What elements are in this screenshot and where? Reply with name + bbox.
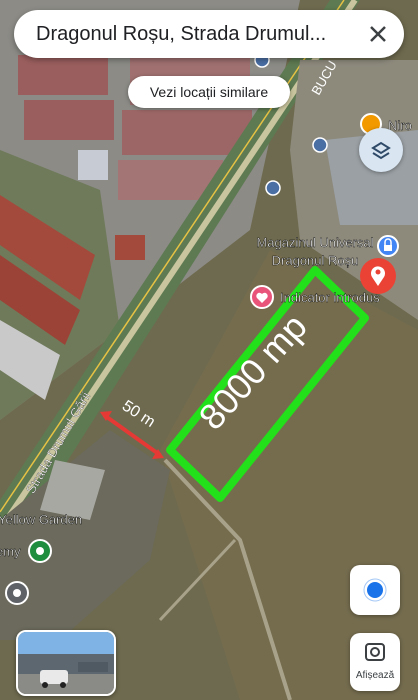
close-icon (370, 26, 386, 42)
search-query[interactable]: Dragonul Roșu, Strada Drumul... (36, 23, 356, 46)
poi-dot (13, 589, 21, 597)
street-view-label: Afișează (355, 670, 395, 681)
my-location-button[interactable] (350, 565, 400, 615)
layers-icon (371, 141, 391, 160)
poi-label[interactable]: emy (0, 544, 21, 559)
lock-icon (384, 245, 392, 251)
street-view-icon (365, 643, 385, 661)
my-location-icon (363, 578, 387, 602)
search-bar[interactable]: Dragonul Roșu, Strada Drumul... (14, 10, 404, 58)
bus-icon[interactable] (312, 137, 328, 153)
street-view-preview (18, 632, 114, 694)
pin-dot (375, 269, 381, 275)
indicator-label[interactable]: Indicator introdus (280, 290, 381, 305)
store-label-line1[interactable]: Magazinul Universal (256, 235, 374, 250)
house-roof (115, 235, 145, 260)
store-label-line2[interactable]: Dragonul Roșu (271, 253, 359, 268)
bus-icon[interactable] (265, 180, 281, 196)
poi-label[interactable]: Yellow Garden (0, 512, 82, 527)
similar-locations-chip[interactable]: Vezi locații similare (128, 76, 290, 108)
street-view-thumbnail[interactable] (16, 630, 116, 696)
warehouse-roof (24, 100, 114, 140)
warehouse-roof (18, 55, 108, 95)
close-button[interactable] (362, 18, 394, 50)
chip-label: Vezi locații similare (149, 84, 269, 100)
street-view-button[interactable]: Afișează (350, 633, 400, 691)
building (78, 150, 108, 180)
layers-button[interactable] (359, 128, 403, 172)
poi-dot (36, 547, 44, 555)
